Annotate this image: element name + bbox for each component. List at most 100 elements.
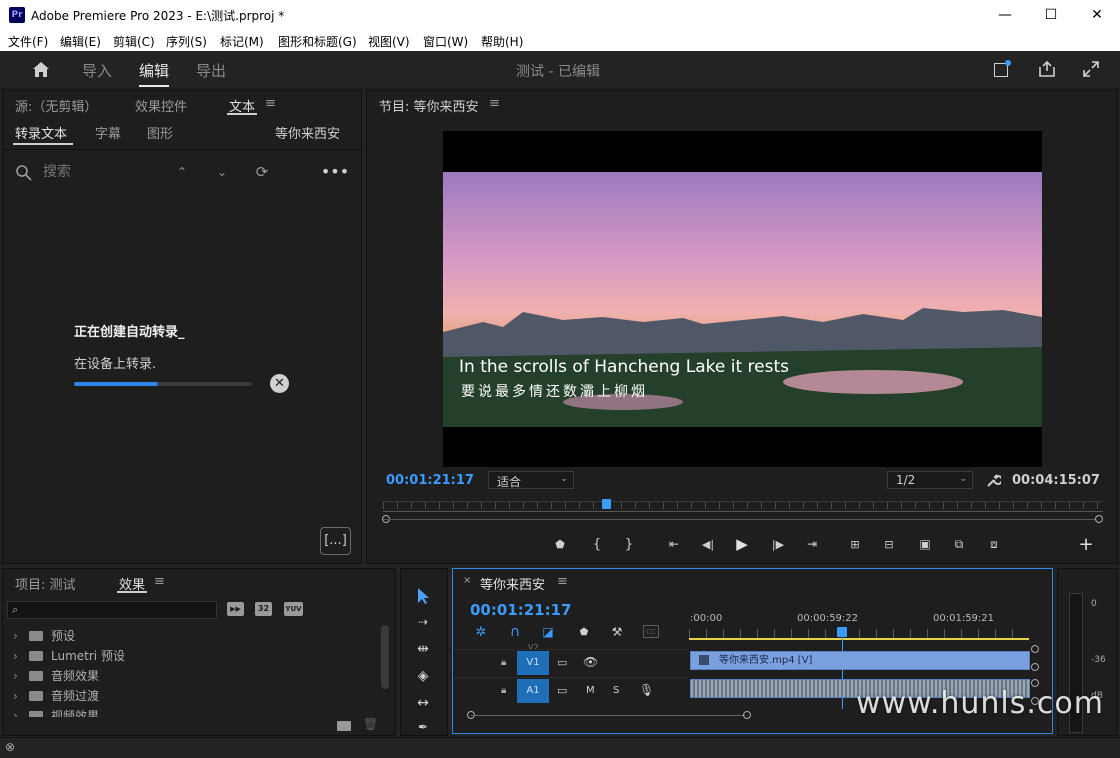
- work-area-bar[interactable]: [689, 638, 1029, 640]
- timeline-settings-icon[interactable]: ⚒: [609, 624, 625, 640]
- timeline-playhead[interactable]: [837, 627, 847, 637]
- program-playhead[interactable]: [602, 499, 612, 509]
- sync-lock-icon[interactable]: ▭: [557, 656, 567, 669]
- razor-tool-icon[interactable]: ◈: [413, 668, 433, 684]
- tab-project[interactable]: 项目: 测试: [15, 574, 76, 593]
- yuv-effects-icon[interactable]: YUV: [284, 602, 303, 616]
- export-frame-icon[interactable]: ▣: [916, 536, 934, 552]
- go-to-out-icon[interactable]: ⇥: [803, 536, 821, 552]
- lock-icon[interactable]: 🔒︎: [501, 685, 506, 696]
- quick-export-icon[interactable]: [994, 60, 1011, 77]
- creative-cloud-icon[interactable]: ⊗: [5, 740, 15, 754]
- selection-tool-icon[interactable]: [415, 587, 431, 605]
- timeline-timecode[interactable]: 00:01:21:17: [470, 601, 572, 619]
- snap-icon[interactable]: ∩: [507, 624, 523, 640]
- chevron-down-icon[interactable]: ⌄: [215, 165, 229, 179]
- play-icon[interactable]: ▶: [734, 535, 750, 553]
- mark-out-icon[interactable]: }: [622, 536, 636, 552]
- resolution-select[interactable]: 1/2 ⌄: [887, 471, 973, 489]
- step-back-icon[interactable]: ◀|: [700, 536, 716, 552]
- trash-icon[interactable]: 🗑: [363, 717, 378, 731]
- more-options-icon[interactable]: •••: [321, 162, 349, 181]
- tab-edit[interactable]: 编辑: [139, 60, 170, 87]
- microphone-icon[interactable]: 🎙︎: [639, 683, 654, 697]
- minimize-button[interactable]: —: [982, 0, 1028, 30]
- panel-menu-icon[interactable]: ≡: [489, 96, 500, 111]
- track-scroll-handle[interactable]: [1031, 663, 1039, 671]
- mute-button[interactable]: M: [586, 685, 595, 696]
- accelerated-effects-icon[interactable]: ▶▶: [227, 602, 244, 616]
- tab-effect-controls[interactable]: 效果控件: [135, 96, 187, 115]
- close-tab-icon[interactable]: ×: [463, 575, 471, 586]
- panel-menu-icon[interactable]: ≡: [557, 574, 568, 589]
- panel-menu-icon[interactable]: ≡: [265, 96, 276, 111]
- ripple-edit-tool-icon[interactable]: ⇹: [413, 641, 433, 657]
- eye-icon[interactable]: 👁︎: [583, 655, 598, 669]
- chevron-up-icon[interactable]: ⌃: [175, 165, 189, 179]
- 32bit-effects-icon[interactable]: 32: [255, 602, 272, 616]
- menu-help[interactable]: 帮助(H): [481, 33, 523, 50]
- fullscreen-icon[interactable]: [1082, 60, 1100, 78]
- tree-item-lumetri-presets[interactable]: › Lumetri 预设: [13, 647, 125, 664]
- scrollbar[interactable]: [381, 625, 389, 689]
- wrench-icon[interactable]: [986, 473, 1001, 488]
- menu-file[interactable]: 文件(F): [8, 33, 48, 50]
- menu-view[interactable]: 视图(V): [368, 33, 410, 50]
- effects-search-input[interactable]: ⌕: [7, 601, 217, 619]
- maximize-button[interactable]: ☐: [1028, 0, 1074, 30]
- track-select-tool-icon[interactable]: ⇢: [413, 614, 433, 630]
- menu-marker[interactable]: 标记(M): [220, 33, 264, 50]
- track-v1-target[interactable]: V1: [517, 651, 549, 675]
- h-scrollbar[interactable]: [471, 715, 745, 716]
- search-input[interactable]: [43, 161, 163, 183]
- menu-clip[interactable]: 剪辑(C): [113, 33, 155, 50]
- nest-icon[interactable]: ✲: [473, 624, 489, 640]
- caption-button[interactable]: [...]: [320, 527, 351, 555]
- tab-export[interactable]: 导出: [196, 60, 226, 81]
- timeline-tab[interactable]: 等你来西安: [480, 574, 545, 593]
- tab-effects[interactable]: 效果: [116, 574, 148, 593]
- linked-selection-icon[interactable]: ◪: [540, 624, 556, 640]
- add-marker-icon[interactable]: ⬟: [576, 624, 592, 640]
- menu-graphics[interactable]: 图形和标题(G): [278, 33, 357, 50]
- track-scroll-handle[interactable]: [1031, 645, 1039, 653]
- subtab-graphics[interactable]: 图形: [147, 123, 173, 142]
- mark-in-icon[interactable]: {: [590, 536, 604, 552]
- step-forward-icon[interactable]: |▶: [770, 536, 786, 552]
- zoom-bar[interactable]: [383, 519, 1095, 520]
- extract-icon[interactable]: ⊟: [879, 536, 899, 552]
- captions-icon[interactable]: CC: [643, 625, 659, 638]
- zoom-end-handle[interactable]: [1095, 515, 1103, 523]
- tree-item-presets[interactable]: › 预设: [13, 627, 75, 644]
- close-button[interactable]: ✕: [1074, 0, 1120, 30]
- tree-item-audio-effects[interactable]: › 音频效果: [13, 667, 99, 684]
- sync-lock-icon[interactable]: ▭: [557, 684, 567, 697]
- track-a1-target[interactable]: A1: [517, 679, 549, 703]
- add-button-icon[interactable]: +: [1077, 534, 1095, 555]
- refresh-icon[interactable]: ⟳: [253, 163, 271, 181]
- pen-tool-icon[interactable]: ✒: [413, 720, 433, 734]
- subtab-captions[interactable]: 字幕: [95, 123, 121, 142]
- go-to-in-icon[interactable]: ⇤: [665, 536, 683, 552]
- compare-view-icon[interactable]: ⧉: [949, 536, 969, 552]
- share-icon[interactable]: [1038, 60, 1056, 78]
- subtab-transcript[interactable]: 转录文本: [15, 123, 67, 142]
- tab-source[interactable]: 源:（无剪辑）: [15, 96, 97, 115]
- solo-button[interactable]: S: [613, 685, 619, 696]
- playhead-timecode[interactable]: 00:01:21:17: [386, 473, 474, 488]
- home-icon[interactable]: [32, 61, 50, 78]
- tree-item-video-effects[interactable]: › 视频效果: [13, 707, 99, 717]
- fit-select[interactable]: 适合 ⌄: [488, 471, 574, 489]
- lock-icon[interactable]: 🔒︎: [501, 657, 506, 668]
- lift-icon[interactable]: ⊞: [845, 536, 865, 552]
- tab-text[interactable]: 文本: [226, 96, 258, 115]
- tab-import[interactable]: 导入: [82, 60, 112, 81]
- program-monitor-title[interactable]: 节目: 等你来西安: [379, 96, 479, 115]
- h-scroll-end[interactable]: [743, 711, 751, 719]
- menu-edit[interactable]: 编辑(E): [60, 33, 101, 50]
- add-marker-icon[interactable]: ⬟: [553, 536, 567, 552]
- slip-tool-icon[interactable]: ↔: [413, 695, 433, 711]
- proxy-toggle-icon[interactable]: ⧈: [984, 536, 1004, 552]
- menu-window[interactable]: 窗口(W): [423, 33, 468, 50]
- panel-menu-icon[interactable]: ≡: [154, 574, 165, 589]
